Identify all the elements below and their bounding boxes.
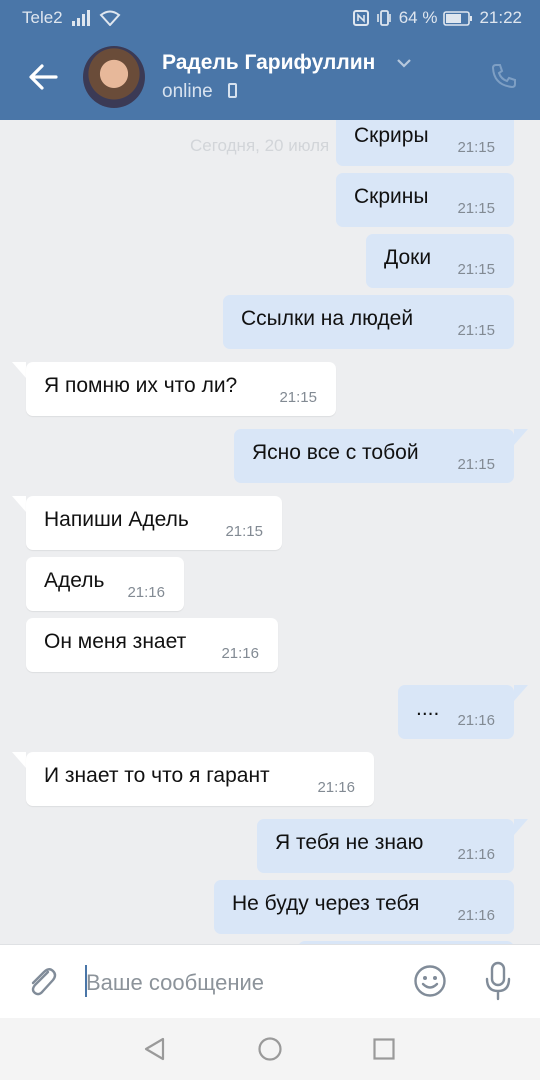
vibrate-icon: [376, 10, 391, 26]
microphone-icon[interactable]: [484, 961, 512, 1001]
incoming-message[interactable]: И знает то что я гарант 21:16: [26, 752, 374, 806]
nav-back-icon[interactable]: [142, 1036, 168, 1062]
bubble-tail: [514, 685, 528, 701]
message-text: Я тебя не знаю: [275, 831, 424, 854]
avatar[interactable]: [83, 46, 145, 108]
online-status: online: [162, 81, 213, 102]
carrier-name: Tele2: [22, 8, 63, 27]
message-text: Не буду через тебя: [232, 892, 420, 915]
bubble-tail: [12, 362, 26, 378]
outgoing-message[interactable]: .... 21:16: [398, 685, 514, 739]
message-text: Ссылки на людей: [241, 307, 414, 330]
message-time: 21:15: [225, 523, 263, 540]
message-time: 21:16: [127, 584, 165, 601]
incoming-message[interactable]: Адель 21:16: [26, 557, 184, 611]
phone-icon[interactable]: [490, 62, 518, 90]
status-bar: Tele2 64 % 21:22: [0, 0, 540, 36]
message-time: 21:15: [457, 200, 495, 217]
message-time: 21:15: [457, 456, 495, 473]
message-time: 21:15: [457, 139, 495, 156]
message-time: 21:16: [317, 779, 355, 796]
nfc-icon: [352, 10, 369, 26]
incoming-message[interactable]: Он меня знает 21:16: [26, 618, 278, 672]
battery-icon: [443, 10, 473, 26]
incoming-message[interactable]: Напиши Адель 21:15: [26, 496, 282, 550]
nav-recents-icon[interactable]: [373, 1038, 395, 1060]
message-text: Ясно все с тобой: [252, 441, 419, 464]
bubble-tail: [514, 819, 528, 835]
outgoing-message[interactable]: Доки 21:15: [366, 234, 514, 288]
contact-name[interactable]: Радель Гарифуллин: [162, 51, 375, 75]
chevron-down-icon[interactable]: [396, 58, 412, 68]
message-text: Скриры: [354, 124, 429, 147]
outgoing-message[interactable]: Скриры 21:15: [336, 120, 514, 166]
message-text: И знает то что я гарант: [44, 764, 270, 787]
smiley-icon[interactable]: [412, 963, 448, 999]
date-separator: Сегодня, 20 июля: [190, 136, 330, 155]
chat-header: Радель Гарифуллин online: [0, 36, 540, 120]
signal-icon: [71, 10, 90, 26]
outgoing-message[interactable]: Я тебя не знаю 21:16: [257, 819, 514, 873]
bubble-tail: [12, 496, 26, 512]
message-time: 21:16: [457, 907, 495, 924]
message-time: 21:15: [279, 389, 317, 406]
message-time: 21:16: [221, 645, 259, 662]
wifi-icon: [99, 10, 121, 26]
message-time: 21:15: [457, 322, 495, 339]
mobile-device-icon: [228, 83, 237, 98]
outgoing-message[interactable]: Ясно все с тобой 21:15: [234, 429, 514, 483]
battery-percent: 64 %: [398, 8, 438, 27]
message-text: Он меня знает: [44, 630, 187, 653]
message-time: 21:16: [457, 846, 495, 863]
system-nav-bar: [0, 1018, 540, 1080]
message-text: ....: [416, 697, 440, 720]
outgoing-message[interactable]: Не буду через тебя 21:16: [214, 880, 514, 934]
message-text: Адель: [44, 569, 105, 592]
outgoing-message[interactable]: Скрины 21:15: [336, 173, 514, 227]
message-text: Доки: [384, 246, 432, 269]
message-time: 21:16: [457, 712, 495, 729]
incoming-message[interactable]: Я помню их что ли? 21:15: [26, 362, 336, 416]
paperclip-icon[interactable]: [24, 963, 60, 999]
nav-home-icon[interactable]: [258, 1037, 282, 1061]
message-text: Напиши Адель: [44, 508, 189, 531]
text-cursor: [85, 965, 87, 997]
message-text: Скрины: [354, 185, 429, 208]
message-input[interactable]: [84, 964, 388, 1002]
message-composer: [0, 944, 540, 1019]
clock: 21:22: [479, 8, 522, 27]
arrow-left-icon[interactable]: [26, 60, 60, 94]
bubble-tail: [514, 429, 528, 445]
outgoing-message[interactable]: Ссылки на людей 21:15: [223, 295, 514, 349]
message-text: Я помню их что ли?: [44, 374, 238, 397]
message-list[interactable]: Сегодня, 20 июля Скриры 21:15 Скрины 21:…: [0, 120, 540, 944]
bubble-tail: [12, 752, 26, 768]
message-time: 21:15: [457, 261, 495, 278]
